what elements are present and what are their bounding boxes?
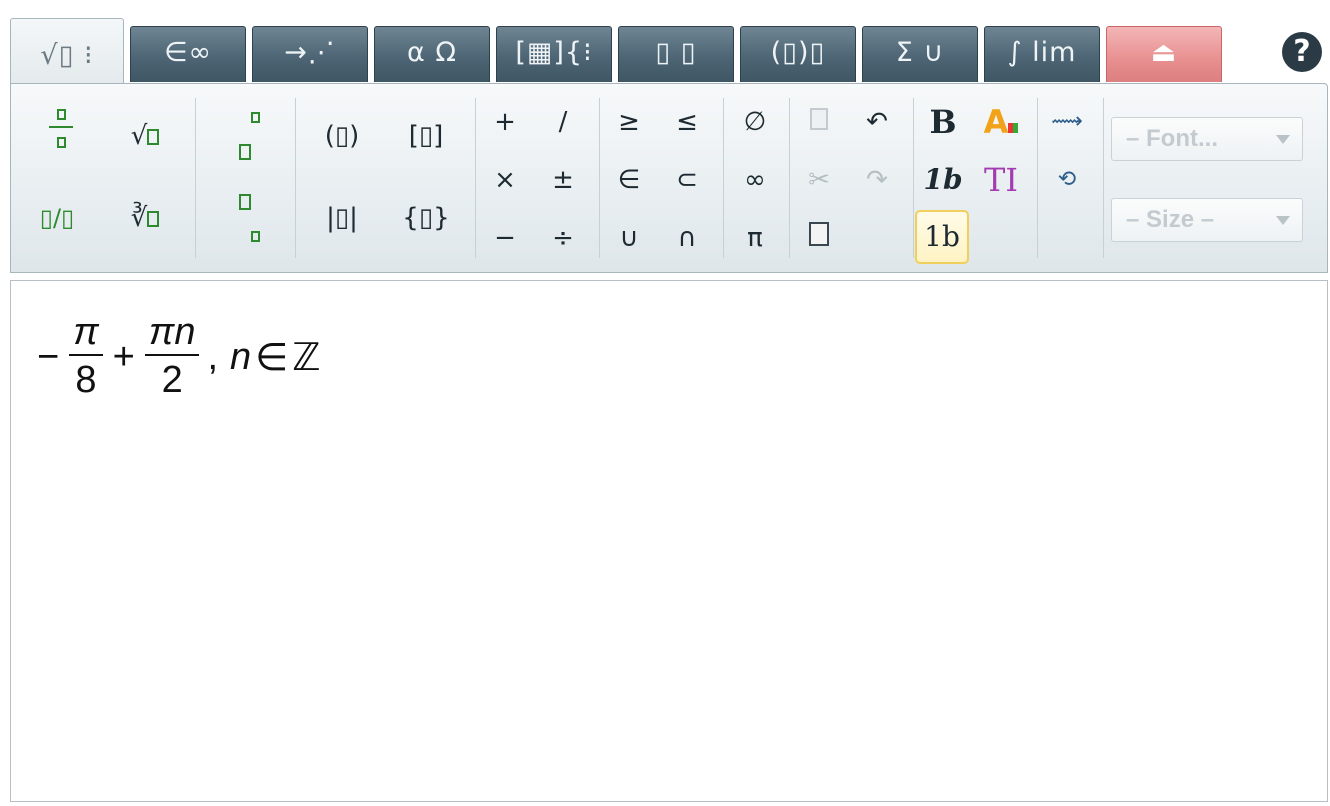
math-expression[interactable]: − π 8 + πn 2 , n ∈ ℤ: [35, 307, 321, 407]
square-brackets-icon[interactable]: [▯]: [395, 112, 457, 160]
minus-sign: −: [37, 335, 60, 378]
left-to-right-icon[interactable]: ⟲: [1041, 156, 1093, 204]
union-icon[interactable]: ∪: [603, 214, 655, 262]
intersection-icon[interactable]: ∩: [661, 214, 713, 262]
tab-brackets[interactable]: (▯)▯: [740, 26, 856, 82]
font-select-value: – Font...: [1126, 125, 1218, 152]
italic-number-button[interactable]: 1b: [917, 156, 969, 204]
tab-scripts[interactable]: ▯ ▯: [618, 26, 734, 82]
tab-matrices[interactable]: [▦]{⁝: [496, 26, 612, 82]
bold-button[interactable]: B: [917, 98, 969, 146]
redo-icon[interactable]: ↷: [851, 156, 903, 204]
plus-icon[interactable]: +: [479, 98, 531, 146]
separator: [723, 98, 724, 258]
integers-set: ℤ: [292, 335, 321, 379]
empty-set-icon[interactable]: ∅: [729, 98, 781, 146]
right-to-left-icon[interactable]: ⟿: [1041, 98, 1093, 146]
pi-icon[interactable]: π: [729, 214, 781, 262]
tab-calculus[interactable]: ∫ lim: [984, 26, 1100, 82]
separator: [599, 98, 600, 258]
paste-icon[interactable]: [793, 214, 845, 262]
separator: [195, 98, 196, 258]
subset-icon[interactable]: ⊂: [661, 156, 713, 204]
separator: [1103, 98, 1104, 258]
tab-symbols[interactable]: ∈∞: [130, 26, 246, 82]
fraction-numerator: π: [73, 311, 99, 353]
chevron-down-icon: [1276, 216, 1290, 225]
tab-arrows[interactable]: →⋰: [252, 26, 368, 82]
tab-big-operators[interactable]: Σ ∪: [862, 26, 978, 82]
fraction-numerator: πn: [148, 311, 196, 353]
minus-icon[interactable]: −: [479, 214, 531, 262]
fraction-pi-over-8: π 8: [69, 310, 103, 404]
separator: [913, 98, 914, 258]
parentheses-icon[interactable]: (▯): [311, 112, 373, 160]
times-icon[interactable]: ×: [479, 156, 531, 204]
divide-icon[interactable]: ÷: [537, 214, 589, 262]
fraction-pi-n-over-2: πn 2: [144, 310, 200, 404]
fraction-denominator: 2: [161, 359, 183, 401]
palette-tabs: √▯ ⁝ ∈∞ →⋰ α Ω [▦]{⁝ ▯ ▯ (▯)▯ Σ ∪ ∫ lim …: [10, 18, 1330, 84]
infinity-icon[interactable]: ∞: [729, 156, 781, 204]
slash-icon[interactable]: /: [537, 98, 589, 146]
text-color-icon[interactable]: A: [975, 98, 1027, 146]
element-of-sign: ∈: [255, 336, 289, 379]
absolute-value-icon[interactable]: |▯|: [311, 194, 373, 242]
tab-basic[interactable]: √▯ ⁝: [10, 18, 124, 84]
variable-n: n: [230, 335, 252, 378]
element-of-icon[interactable]: ∈: [603, 156, 655, 204]
nth-root-icon[interactable]: ∛: [119, 194, 171, 242]
tab-insert[interactable]: ⏏: [1106, 26, 1222, 82]
fraction-denominator: 8: [75, 359, 97, 401]
comma: ,: [207, 335, 219, 378]
chevron-down-icon: [1276, 135, 1290, 144]
fraction-icon[interactable]: [35, 102, 87, 150]
separator: [295, 98, 296, 258]
square-root-icon[interactable]: √: [119, 112, 171, 160]
greater-equal-icon[interactable]: ≥: [603, 98, 655, 146]
formula-toolbar: √ ▯/▯ ∛ (▯) [▯] |▯| {▯} + / × ± − ÷ ≥ ≤ …: [10, 83, 1328, 273]
plus-minus-icon[interactable]: ±: [537, 156, 589, 204]
inline-fraction-icon[interactable]: ▯/▯: [31, 194, 83, 242]
curly-braces-icon[interactable]: {▯}: [395, 194, 457, 242]
font-select[interactable]: – Font...: [1111, 117, 1303, 161]
separator: [789, 98, 790, 258]
tab-greek[interactable]: α Ω: [374, 26, 490, 82]
cut-icon[interactable]: ✂: [793, 156, 845, 204]
less-equal-icon[interactable]: ≤: [661, 98, 713, 146]
copy-icon[interactable]: [793, 98, 845, 146]
superscript-icon[interactable]: [223, 112, 275, 160]
size-select-value: – Size –: [1126, 206, 1215, 233]
subscript-icon[interactable]: [223, 194, 275, 242]
undo-icon[interactable]: ↶: [851, 98, 903, 146]
text-mode-icon[interactable]: TI: [975, 156, 1027, 204]
plus-sign: +: [112, 335, 135, 378]
size-select[interactable]: – Size –: [1111, 198, 1303, 242]
separator: [1037, 98, 1038, 258]
separator: [475, 98, 476, 258]
formula-editor[interactable]: − π 8 + πn 2 , n ∈ ℤ: [10, 280, 1328, 802]
help-icon[interactable]: ?: [1282, 32, 1322, 72]
normal-number-button[interactable]: 1b: [915, 210, 969, 264]
